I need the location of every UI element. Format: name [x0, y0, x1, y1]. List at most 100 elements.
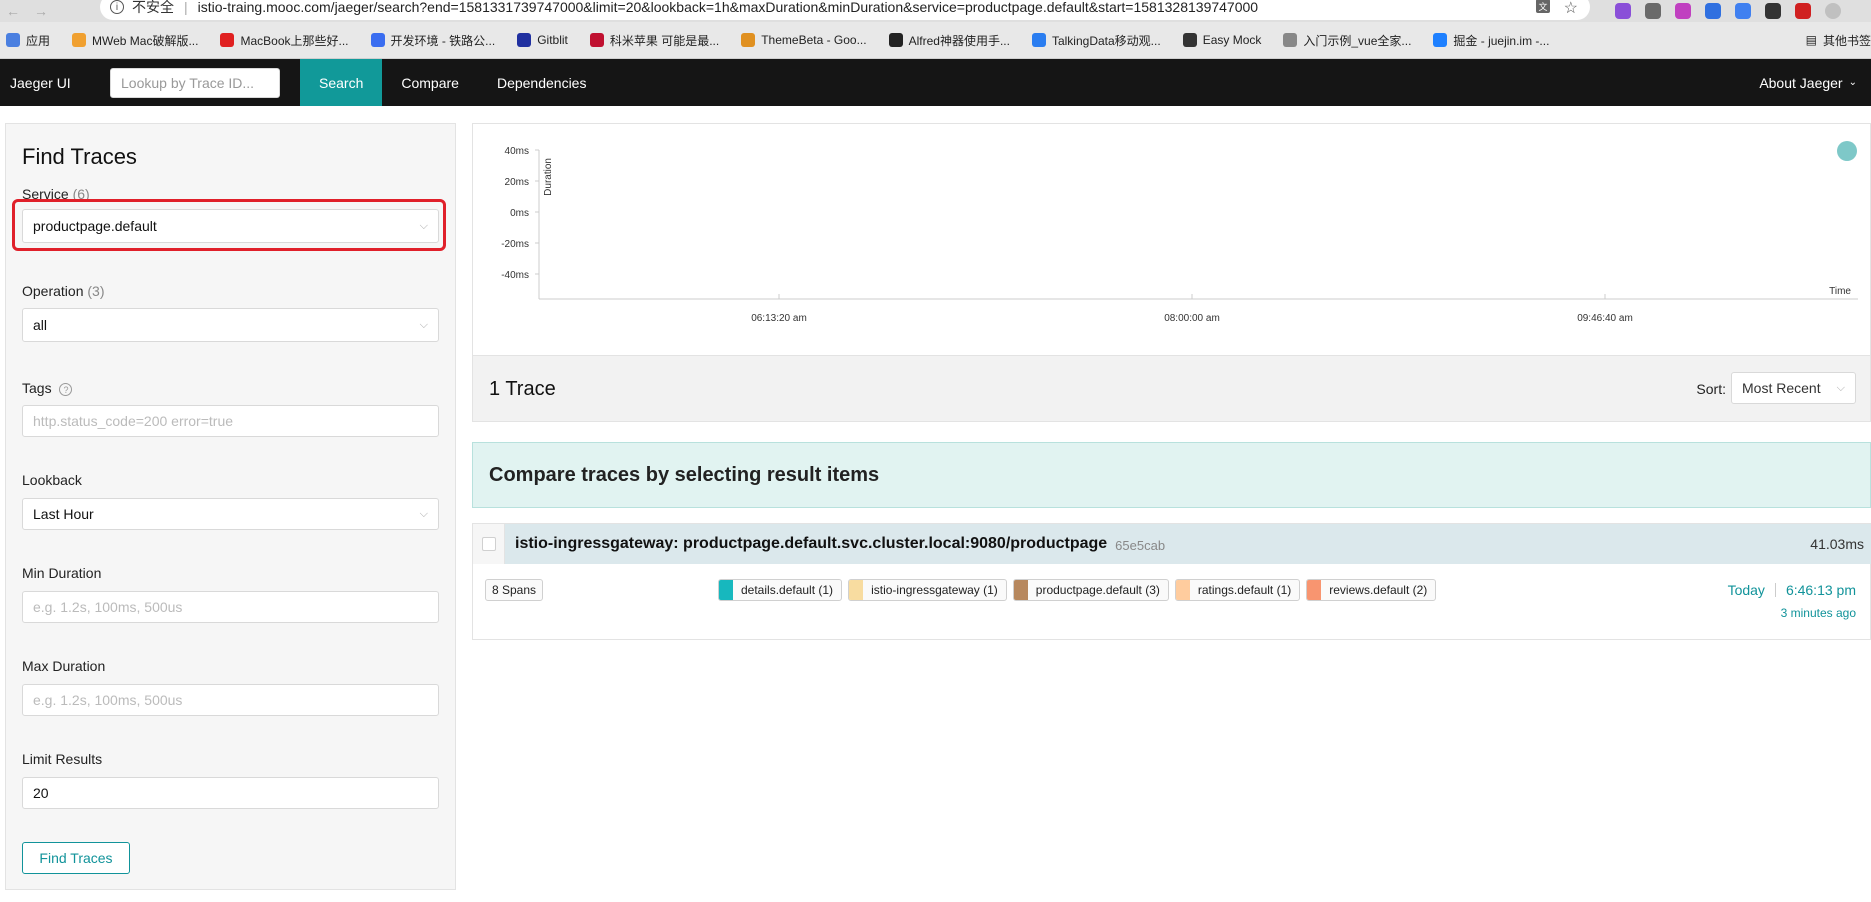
bookmark-favicon-icon	[6, 33, 20, 47]
chevron-down-icon: ⌵	[419, 318, 428, 331]
lookback-label: Lookback	[22, 472, 82, 488]
vue-devtools-icon[interactable]	[1645, 3, 1661, 19]
about-label: About Jaeger	[1759, 74, 1843, 91]
bookmark-favicon-icon	[888, 33, 903, 47]
limit-results-input[interactable]: 20	[22, 777, 439, 809]
mail-icon[interactable]	[1705, 3, 1721, 19]
browser-address-bar: ← → i 不安全 | istio-traing.mooc.com/jaeger…	[0, 0, 1871, 22]
compare-banner: Compare traces by selecting result items	[472, 442, 1871, 508]
bookmark-item[interactable]: Alfred神器使用手...	[888, 32, 1010, 49]
service-tags: details.default (1) istio-ingressgateway …	[718, 579, 1437, 601]
bookmark-favicon-icon	[370, 33, 385, 47]
other-bookmarks[interactable]: ▤ 其他书签	[1806, 32, 1871, 49]
bookmark-favicon-icon	[1283, 33, 1298, 47]
nav-search[interactable]: Search	[300, 59, 383, 106]
ublock-icon[interactable]	[1795, 3, 1811, 19]
trace-result-header[interactable]: istio-ingressgateway: productpage.defaul…	[473, 524, 1871, 564]
trace-day: Today	[1727, 582, 1765, 598]
max-duration-label: Max Duration	[22, 658, 106, 674]
results-header: 1 Trace Sort: Most Recent ⌵	[472, 356, 1871, 422]
service-tag: details.default (1)	[718, 579, 843, 601]
max-duration-input[interactable]: e.g. 1.2s, 100ms, 500us	[22, 684, 439, 716]
divider	[1774, 583, 1776, 597]
extension-icon[interactable]	[1675, 3, 1691, 19]
nav-dependencies[interactable]: Dependencies	[478, 59, 606, 106]
service-color-swatch	[1307, 580, 1322, 600]
operation-value: all	[33, 317, 48, 333]
trace-relative-time: 3 minutes ago	[1780, 606, 1856, 620]
service-color-swatch	[849, 580, 864, 600]
sort-select[interactable]: Most Recent ⌵	[1731, 372, 1856, 404]
back-icon[interactable]: ←	[6, 3, 20, 19]
bookmark-label: 掘金 - juejin.im -...	[1453, 33, 1550, 48]
bookmark-item[interactable]: 开发环境 - 铁路公...	[370, 32, 496, 49]
bookmark-favicon-icon	[72, 33, 87, 47]
y-axis-label: Duration	[543, 158, 554, 196]
bookmark-label: 科米苹果 可能是最...	[609, 33, 720, 48]
operation-label: Operation (3)	[22, 283, 105, 299]
translate-icon[interactable]: 文	[1536, 0, 1550, 13]
bookmark-label: Alfred神器使用手...	[908, 33, 1010, 48]
bookmark-item[interactable]: 应用	[6, 32, 50, 49]
extension-icon[interactable]	[1765, 3, 1781, 19]
x-tick-label: 08:00:00 am	[1164, 313, 1220, 324]
tags-input[interactable]: http.status_code=200 error=true	[22, 405, 439, 437]
bookmark-item[interactable]: MWeb Mac破解版...	[72, 32, 198, 49]
trace-id-lookup-input[interactable]: Lookup by Trace ID...	[110, 67, 280, 98]
bookmark-label: MacBook上那些好...	[240, 33, 349, 48]
bookmark-item[interactable]: ThemeBeta - Goo...	[741, 33, 867, 47]
trace-title[interactable]: istio-ingressgateway: productpage.defaul…	[515, 535, 1107, 553]
bookmark-item[interactable]: 入门示例_vue全家...	[1283, 32, 1411, 49]
bookmark-label: Easy Mock	[1202, 33, 1262, 47]
extension-icon[interactable]	[1615, 3, 1631, 19]
trace-select-checkbox[interactable]	[481, 537, 496, 551]
trace-data-point[interactable]	[1837, 141, 1857, 161]
bookmark-label: 入门示例_vue全家...	[1303, 33, 1412, 48]
about-jaeger-menu[interactable]: About Jaeger ⌄	[1759, 59, 1857, 106]
nav-compare[interactable]: Compare	[382, 59, 478, 106]
bookmark-item[interactable]: 掘金 - juejin.im -...	[1433, 32, 1549, 49]
bookmark-item[interactable]: Gitblit	[517, 33, 568, 47]
info-icon[interactable]: i	[110, 0, 124, 14]
chevron-down-icon: ⌵	[1836, 381, 1845, 394]
y-tick-label: 40ms	[505, 146, 529, 157]
trace-id: 65e5cab	[1115, 538, 1166, 553]
service-color-swatch	[719, 580, 733, 600]
min-duration-input[interactable]: e.g. 1.2s, 100ms, 500us	[22, 591, 439, 623]
lookback-select[interactable]: Last Hour ⌵	[22, 498, 439, 530]
avatar[interactable]	[1825, 3, 1841, 19]
forward-icon[interactable]: →	[34, 3, 48, 19]
chevron-down-icon: ⌵	[419, 219, 428, 232]
insecure-label: 不安全	[132, 0, 174, 15]
x-tick-label: 06:13:20 am	[751, 313, 807, 324]
brand-logo[interactable]: Jaeger UI	[0, 75, 110, 91]
limit-results-label: Limit Results	[22, 751, 103, 767]
scatter-plot-svg: 40ms 20ms 0ms -20ms -40ms Duration Time 06:1…	[501, 141, 1858, 324]
service-tag-label: istio-ingressgateway (1)	[871, 583, 998, 597]
service-tag-label: productpage.default (3)	[1035, 583, 1160, 597]
bookmarks-bar: 应用 MWeb Mac破解版... MacBook上那些好... 开发环境 - 铁路公…	[0, 22, 1871, 59]
bookmark-item[interactable]: TalkingData移动观...	[1031, 32, 1161, 49]
find-traces-button[interactable]: Find Traces	[22, 842, 130, 874]
bookmark-label: 开发环境 - 铁路公...	[390, 33, 496, 48]
service-select[interactable]: productpage.default ⌵	[22, 209, 439, 243]
sort-label: Sort:	[1696, 381, 1726, 397]
bookmark-item[interactable]: 科米苹果 可能是最...	[589, 32, 720, 49]
service-color-swatch	[1013, 580, 1028, 600]
lookback-value: Last Hour	[33, 506, 94, 522]
extension-icon[interactable]	[1735, 3, 1751, 19]
other-bookmarks-label: 其他书签	[1822, 33, 1871, 48]
trace-result-item[interactable]: istio-ingressgateway: productpage.defaul…	[472, 523, 1871, 640]
service-value: productpage.default	[33, 218, 157, 234]
star-icon[interactable]: ☆	[1564, 0, 1578, 18]
url-field[interactable]: i 不安全 | istio-traing.mooc.com/jaeger/sea…	[100, 0, 1590, 20]
tags-label: Tags ?	[22, 380, 73, 396]
sort-value: Most Recent	[1742, 380, 1821, 396]
service-tag-label: details.default (1)	[741, 583, 834, 597]
help-icon[interactable]: ?	[59, 382, 73, 396]
operation-select[interactable]: all ⌵	[22, 308, 439, 342]
folder-icon: ▤	[1805, 33, 1817, 47]
service-color-swatch	[1175, 580, 1190, 600]
bookmark-item[interactable]: Easy Mock	[1182, 33, 1262, 47]
bookmark-item[interactable]: MacBook上那些好...	[220, 32, 349, 49]
